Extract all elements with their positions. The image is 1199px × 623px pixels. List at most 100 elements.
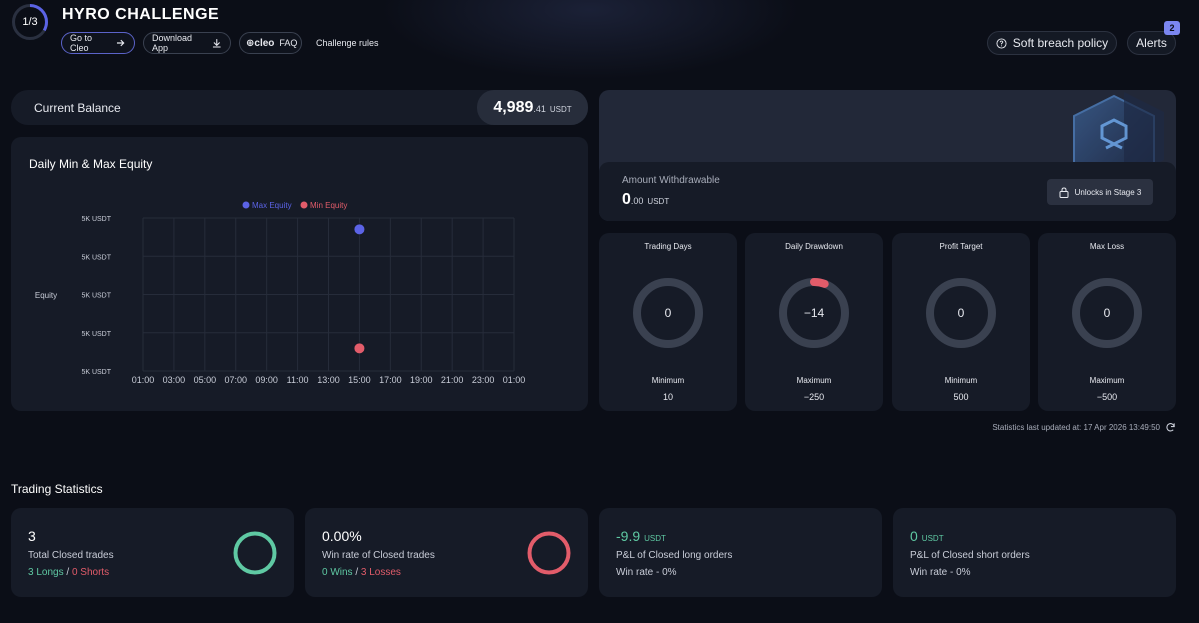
ring-value: 0 xyxy=(958,306,965,320)
long-orders-pnl-value: -9.9 USDT xyxy=(616,528,666,544)
win-rate-label: Win rate of Closed trades xyxy=(322,550,435,561)
stat-card-profit-target: Profit Target 0 Minimum 500 xyxy=(892,233,1030,411)
equity-chart-card: Daily Min & Max Equity 5K USDT 5K USDT 5K … xyxy=(11,137,588,411)
stat-title: Max Loss xyxy=(1089,242,1125,251)
y-tick-label: 5K USDT xyxy=(81,216,111,223)
legend-swatch xyxy=(242,201,250,209)
stat-title: Trading Days xyxy=(644,242,692,251)
stat-limit-label: Maximum xyxy=(1089,376,1125,385)
arrow-right-icon xyxy=(117,39,125,47)
x-tick-label: 21:00 xyxy=(441,375,464,385)
balance-unit: USDT xyxy=(549,105,572,114)
stat-card-trading-days: Trading Days 0 Minimum 10 xyxy=(599,233,737,411)
y-tick-label: 5K USDT xyxy=(81,293,111,300)
data-point xyxy=(353,342,366,355)
y-tick-label: 5K USDT xyxy=(81,369,111,376)
alerts-label: Alerts xyxy=(1136,36,1167,50)
x-tick-label: 07:00 xyxy=(224,375,247,385)
cleo-faq-button[interactable]: ⊕cleo FAQ xyxy=(239,32,302,54)
x-tick-label: 01:00 xyxy=(132,375,155,385)
unlocks-in-stage-button[interactable]: Unlocks in Stage 3 xyxy=(1047,179,1153,205)
wins-losses-breakdown: 0 Wins / 3 Losses xyxy=(322,567,401,578)
long-orders-win-rate: Win rate - 0% xyxy=(616,567,677,578)
x-tick-label: 17:00 xyxy=(379,375,402,385)
withdraw-card: Amount Withdrawable 0 .00 USDT Unlocks i… xyxy=(599,90,1176,221)
long-orders-pnl-card: -9.9 USDT P&L of Closed long orders Win … xyxy=(599,508,882,597)
stat-ring: 0 xyxy=(926,278,996,348)
separator: / xyxy=(63,567,72,578)
current-balance-value: 4,989 .41 USDT xyxy=(477,90,588,125)
stat-limit-label: Maximum xyxy=(796,376,832,385)
longs-count: 3 Longs xyxy=(28,567,64,578)
go-to-cleo-label: Go to Cleo xyxy=(70,33,93,53)
download-app-button[interactable]: Download App xyxy=(143,32,231,54)
stat-card-max-loss: Max Loss 0 Maximum −500 xyxy=(1038,233,1176,411)
x-tick-label: 01:00 xyxy=(503,375,526,385)
unlock-label: Unlocks in Stage 3 xyxy=(1074,187,1142,197)
withdraw-value: 0 .00 USDT xyxy=(622,191,669,209)
wins-count: 0 Wins xyxy=(322,567,353,578)
y-tick-label: 5K USDT xyxy=(81,254,111,261)
separator: / xyxy=(352,567,361,578)
stat-card-daily-drawdown: Daily Drawdown −14 Maximum −250 xyxy=(745,233,883,411)
equity-chart: 5K USDT 5K USDT 5K USDT 5K USDT 5K USDT 01:00… xyxy=(35,201,526,385)
faq-label: FAQ xyxy=(279,38,298,48)
current-balance-card: Current Balance 4,989 .41 USDT xyxy=(11,90,588,125)
go-to-cleo-button[interactable]: Go to Cleo xyxy=(61,32,135,54)
stat-limit-value: 500 xyxy=(953,392,969,402)
withdraw-panel: Amount Withdrawable 0 .00 USDT Unlocks i… xyxy=(599,162,1176,221)
trading-statistics-title: Trading Statistics xyxy=(11,482,103,496)
legend-label: Max Equity xyxy=(252,201,292,210)
legend-swatch xyxy=(300,201,308,209)
legend-label: Min Equity xyxy=(310,201,347,210)
cleo-logo: ⊕cleo xyxy=(246,37,275,49)
total-closed-trades-card: 3 Total Closed trades 3 Longs / 0 Shorts xyxy=(11,508,294,597)
stat-limit-label: Minimum xyxy=(651,376,685,385)
short-pnl-unit: USDT xyxy=(921,534,944,543)
refresh-icon[interactable] xyxy=(1165,422,1176,433)
data-point xyxy=(353,223,366,236)
short-orders-win-rate: Win rate - 0% xyxy=(910,567,971,578)
stat-title: Profit Target xyxy=(939,242,983,251)
short-orders-pnl-card: 0 USDT P&L of Closed short orders Win ra… xyxy=(893,508,1176,597)
losses-count: 3 Losses xyxy=(360,567,401,578)
ring-value: 0 xyxy=(665,306,672,320)
long-orders-pnl-label: P&L of Closed long orders xyxy=(616,550,733,561)
win-rate-ring xyxy=(527,531,571,575)
x-tick-label: 13:00 xyxy=(317,375,340,385)
stat-limit-value: 10 xyxy=(662,392,673,402)
shorts-count: 0 Shorts xyxy=(71,567,110,578)
trades-ring xyxy=(233,531,277,575)
alerts-count-badge: 2 xyxy=(1164,21,1180,35)
download-icon xyxy=(213,39,222,48)
y-axis-label: Equity xyxy=(35,291,57,300)
withdraw-label: Amount Withdrawable xyxy=(622,175,720,186)
balance-integer: 4,989 xyxy=(493,99,534,116)
y-tick-label: 5K USDT xyxy=(81,331,111,338)
stage-indicator: 1/3 xyxy=(22,16,38,28)
ring-value: −14 xyxy=(804,306,825,320)
ring-value: 0 xyxy=(1104,306,1111,320)
withdraw-integer: 0 xyxy=(622,191,631,208)
challenge-rules-link[interactable]: Challenge rules xyxy=(316,38,379,48)
withdraw-decimal: .00 xyxy=(630,196,644,206)
x-tick-label: 11:00 xyxy=(287,375,309,385)
win-rate-value: 0.00% xyxy=(322,528,362,544)
soft-breach-policy-label: Soft breach policy xyxy=(1012,36,1109,50)
short-orders-pnl-value: 0 USDT xyxy=(910,528,944,544)
download-app-label: Download App xyxy=(152,33,193,53)
soft-breach-policy-button[interactable]: Soft breach policy xyxy=(987,31,1117,55)
total-closed-trades-value: 3 xyxy=(28,528,36,544)
lock-icon xyxy=(1059,186,1069,198)
longs-shorts-breakdown: 3 Longs / 0 Shorts xyxy=(28,567,109,578)
hexagon-logo-art xyxy=(1073,92,1164,170)
x-tick-label: 19:00 xyxy=(410,375,433,385)
balance-decimal: .41 xyxy=(533,104,546,114)
short-pnl-number: 0 xyxy=(910,528,918,544)
win-rate-card: 0.00% Win rate of Closed trades 0 Wins /… xyxy=(305,508,588,597)
stat-limit-value: −500 xyxy=(1096,392,1118,402)
stat-title: Daily Drawdown xyxy=(785,242,843,251)
long-pnl-number: -9.9 xyxy=(616,528,641,544)
background-glow xyxy=(380,0,800,80)
short-orders-pnl-label: P&L of Closed short orders xyxy=(910,550,1030,561)
